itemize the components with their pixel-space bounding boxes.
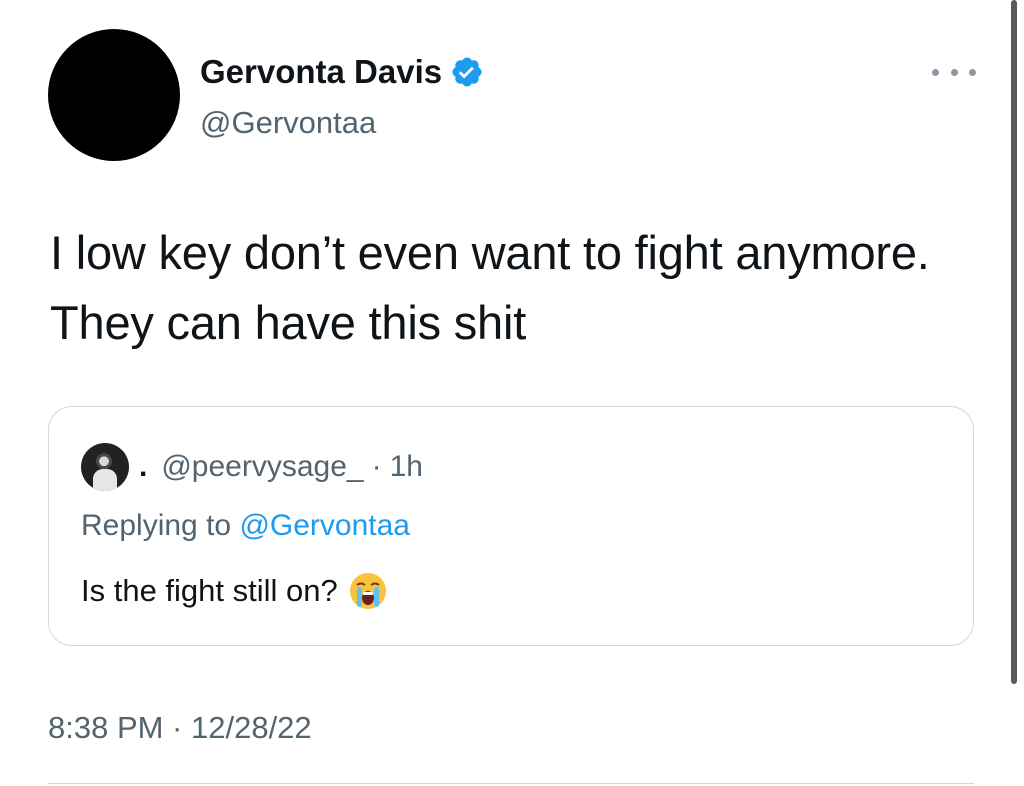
quoted-author-avatar[interactable] [81,443,129,491]
quoted-author-name[interactable]: . [139,450,147,484]
more-options-button[interactable] [932,60,976,84]
quoted-separator: · [371,450,382,483]
scrollbar[interactable] [1011,0,1017,684]
verified-badge-icon [452,57,482,87]
more-dot-icon [932,68,939,76]
more-dot-icon [950,68,958,76]
author-avatar[interactable] [48,29,180,161]
loudly-crying-face-icon [349,573,386,609]
replying-handle-link[interactable]: @Gervontaa [239,509,410,542]
quoted-time: 1h [389,450,423,483]
author-handle[interactable]: @Gervontaa [200,104,376,142]
quoted-tweet-card[interactable]: . @peervysage_ · 1h Replying to @Gervont… [48,406,974,646]
quoted-author-handle[interactable]: @peervysage_ [161,450,363,484]
tweet-timestamp[interactable]: 8:38 PM · 12/28/22 [48,710,312,746]
replying-prefix: Replying to [81,509,232,542]
author-display-name[interactable]: Gervonta Davis [200,52,484,92]
more-dot-icon [969,68,976,76]
tweet-text: I low key don’t even want to fight anymo… [50,226,930,349]
replying-to: Replying to @Gervontaa [81,509,410,543]
quoted-tweet-header: . @peervysage_ · 1h [81,443,423,491]
author-name-text[interactable]: Gervonta Davis [200,52,442,92]
divider [48,783,974,784]
quoted-tweet-text: Is the fight still on? [81,571,388,611]
quoted-text-content: Is the fight still on? [81,573,338,608]
